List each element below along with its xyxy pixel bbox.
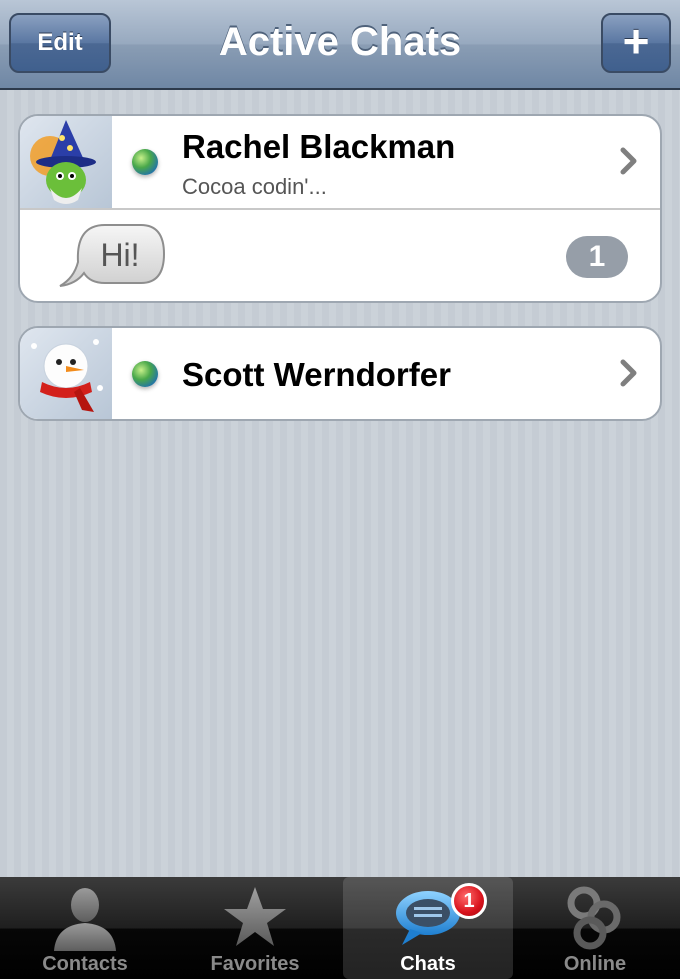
chat-group-rachel: Rachel Blackman Cocoa codin'... Hi! 1	[18, 114, 662, 303]
wizard-avatar	[20, 116, 112, 208]
chat-row-contact[interactable]: Scott Werndorfer	[20, 328, 660, 419]
chevron-right-icon	[620, 147, 637, 175]
tab-badge: 1	[451, 883, 487, 919]
last-message-text: Hi!	[100, 237, 140, 273]
contact-name: Rachel Blackman	[182, 128, 456, 165]
tab-online[interactable]: Online	[510, 877, 680, 979]
online-globe-icon	[132, 361, 158, 387]
tab-label: Favorites	[210, 953, 300, 975]
chevron-right-icon	[620, 359, 637, 387]
unread-count-badge: 1	[566, 236, 628, 278]
tab-label: Contacts	[42, 953, 128, 975]
contact-status-message: Cocoa codin'...	[182, 174, 327, 199]
star-icon	[224, 887, 286, 946]
online-globe-icon	[132, 149, 158, 175]
tab-favorites[interactable]: Favorites	[170, 877, 340, 979]
last-message-row[interactable]: Hi! 1	[20, 210, 660, 301]
tab-label: Online	[563, 953, 627, 975]
tab-label: Chats	[400, 953, 456, 975]
tab-chats[interactable]: 1 Chats	[343, 877, 513, 979]
chat-group-scott: Scott Werndorfer	[18, 326, 662, 421]
add-chat-button[interactable]: +	[601, 13, 671, 73]
person-icon	[54, 888, 116, 951]
online-rings-icon	[567, 886, 621, 950]
page-title: Active Chats	[218, 20, 462, 64]
snowman-avatar	[20, 328, 112, 419]
message-bubble: Hi!	[56, 220, 168, 292]
chat-row-contact[interactable]: Rachel Blackman Cocoa codin'...	[20, 116, 660, 208]
contact-name: Scott Werndorfer	[182, 356, 451, 393]
tab-contacts[interactable]: Contacts	[0, 877, 170, 979]
navigation-bar: Edit Active Chats +	[0, 0, 680, 90]
tab-bar: Contacts Favorites 1 Chats Online	[0, 877, 680, 979]
